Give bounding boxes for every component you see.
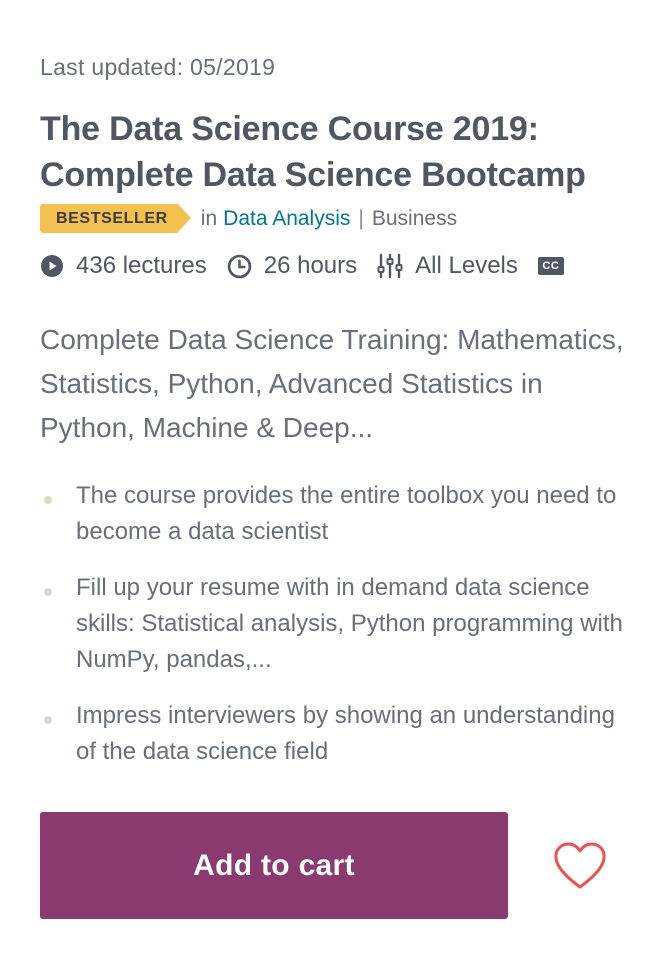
- hours-stat: 26 hours: [227, 252, 357, 280]
- in-label: in: [200, 206, 218, 230]
- last-updated: Last updated: 05/2019: [40, 54, 276, 80]
- cc-stat: CC: [537, 257, 564, 275]
- highlight-text: Impress interviewers by showing an under…: [76, 702, 615, 765]
- subcategory-label: Business: [371, 206, 458, 230]
- play-circle-icon: [40, 254, 64, 278]
- lectures-stat: 436 lectures: [40, 252, 207, 280]
- add-to-cart-button[interactable]: Add to cart: [40, 812, 508, 919]
- highlight-text: Fill up your resume with in demand data …: [76, 574, 623, 673]
- highlight-item: Impress interviewers by showing an under…: [40, 698, 630, 770]
- bullet-dot: [44, 588, 52, 596]
- course-highlights: The course provides the entire toolbox y…: [40, 478, 630, 790]
- hours-count: 26 hours: [263, 252, 358, 279]
- course-title: The Data Science Course 2019: Complete D…: [40, 110, 586, 194]
- bullet-dot: [44, 716, 52, 724]
- level-stat: All Levels: [377, 252, 518, 280]
- highlight-item: Fill up your resume with in demand data …: [40, 570, 630, 678]
- category-separator: |: [358, 206, 364, 230]
- highlight-item: The course provides the entire toolbox y…: [40, 478, 630, 550]
- sliders-icon: [377, 253, 403, 279]
- clock-icon: [227, 254, 252, 279]
- highlight-text: The course provides the entire toolbox y…: [76, 482, 617, 545]
- badge-row: BESTSELLER in Data Analysis | Business: [40, 204, 457, 233]
- bestseller-badge: BESTSELLER: [40, 204, 191, 233]
- bullet-dot: [44, 496, 52, 504]
- course-description: Complete Data Science Training: Mathemat…: [40, 324, 624, 443]
- wishlist-heart-icon[interactable]: [552, 840, 608, 892]
- category-link[interactable]: Data Analysis: [223, 207, 350, 231]
- lectures-count: 436 lectures: [76, 252, 207, 279]
- closed-captions-icon: CC: [537, 257, 564, 275]
- course-card: Last updated: 05/2019 The Data Science C…: [0, 0, 670, 974]
- course-stats: 436 lectures 26 hours All Levels CC: [40, 252, 584, 280]
- level-label: All Levels: [415, 252, 518, 279]
